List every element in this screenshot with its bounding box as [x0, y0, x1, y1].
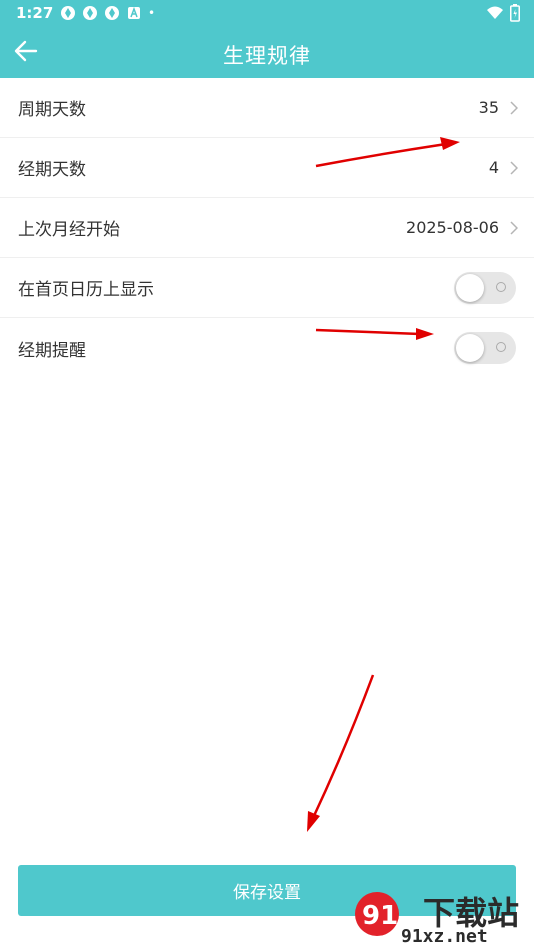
period-days-row[interactable]: 经期天数 4: [0, 138, 534, 198]
last-period-start-label: 上次月经开始: [18, 220, 120, 240]
last-period-start-row[interactable]: 上次月经开始 2025-08-06: [0, 198, 534, 258]
show-on-calendar-toggle[interactable]: [454, 271, 516, 304]
site-watermark: 91 下载站 91xz.net: [351, 886, 526, 948]
chevron-right-icon: [510, 100, 519, 119]
annotation-arrow: [307, 674, 375, 832]
wifi-icon: [486, 5, 504, 25]
toggle-off-indicator: [496, 281, 506, 292]
show-on-calendar-row: 在首页日历上显示: [0, 258, 534, 318]
app-header: 1:27 • 生理规律: [0, 0, 534, 78]
a-notification-icon: [126, 5, 142, 21]
more-notifications-dot: •: [148, 6, 156, 20]
cycle-days-row[interactable]: 周期天数 35: [0, 78, 534, 138]
cycle-days-value: 35: [478, 98, 499, 117]
notification-icons: •: [60, 5, 155, 21]
period-reminder-toggle[interactable]: [454, 332, 516, 364]
period-days-label: 经期天数: [18, 160, 86, 180]
chevron-right-icon: [510, 220, 519, 239]
show-on-calendar-label: 在首页日历上显示: [18, 280, 154, 300]
last-period-start-value: 2025-08-06: [406, 218, 499, 237]
app-notification-icon: [104, 5, 120, 21]
system-status-icons: [486, 4, 520, 26]
watermark-url: 91xz.net: [401, 926, 488, 947]
status-time: 1:27: [16, 4, 54, 22]
toggle-knob: [456, 334, 484, 362]
period-reminder-row: 经期提醒: [0, 318, 534, 378]
status-bar: 1:27 •: [0, 0, 534, 28]
toggle-knob: [456, 273, 484, 302]
cycle-days-label: 周期天数: [18, 100, 86, 120]
app-notification-icon: [82, 5, 98, 21]
settings-list: 周期天数 35 经期天数 4 上次月经开始 2025-08-06 在首页日历上显…: [0, 78, 534, 378]
app-notification-icon: [60, 5, 76, 21]
period-days-value: 4: [488, 158, 499, 177]
toggle-off-indicator: [496, 342, 506, 352]
battery-icon: [510, 4, 520, 26]
period-reminder-label: 经期提醒: [18, 340, 86, 361]
watermark-logo-text: 91: [362, 901, 398, 931]
chevron-right-icon: [510, 160, 519, 179]
page-title: 生理规律: [223, 44, 311, 68]
